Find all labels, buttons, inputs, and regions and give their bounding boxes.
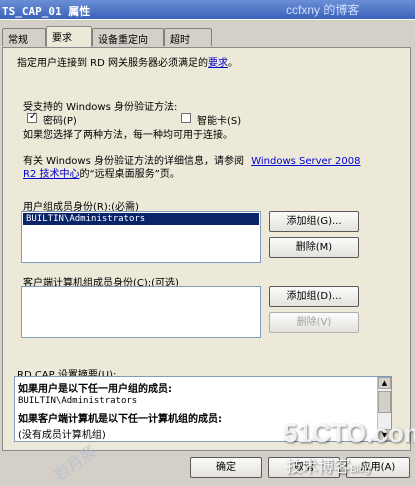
blog-watermark-text: 技术博客 [286,459,351,476]
password-label: 密码(P) [43,116,77,127]
tech-center-link[interactable]: R2 技术中心 [23,169,80,180]
summary-line-4: (没有成员计算机组) [18,430,106,441]
summary-line-3: 如果客户端计算机是以下任一计算机组的成员: [18,414,222,425]
window-title: TS_CAP_01 属性 [2,5,91,18]
auth-note: 如果您选择了两种方法，每一种均可用于连接。 [23,130,233,141]
computer-groups-list[interactable] [21,286,261,338]
summary-line-1: 如果用户是以下任一用户组的成员: [18,384,172,395]
requirement-intro: 指定用户连接到 RD 网关服务器必须满足的要求。 [17,54,238,69]
tab-requirements[interactable]: 要求 [46,26,92,47]
watermark-text: ccfxny 的博客 [286,3,360,17]
check-mark-icon: ✓ [29,111,38,122]
add-user-group-button[interactable]: 添加组(G)... [269,211,359,232]
auth-info-suffix: 的“远程桌面服务”页。 [79,169,180,180]
summary-line-2: BUILTIN\Administrators [18,396,138,406]
add-computer-group-button[interactable]: 添加组(D)... [269,286,359,307]
tab-device-redirection[interactable]: 设备重定向 [92,28,164,46]
requirements-link[interactable]: 要求 [208,58,228,69]
smartcard-label: 智能卡(S) [197,116,242,127]
user-groups-list[interactable]: BUILTIN\Administrators [21,211,261,263]
remove-user-group-button[interactable]: 删除(M) [269,237,359,258]
remove-computer-group-button: 删除(V) [269,312,359,333]
auth-methods-label: 受支持的 Windows 身份验证方法: [23,102,178,113]
scroll-up-icon[interactable]: ▲ [378,377,391,389]
tab-timeouts[interactable]: 超时 [164,28,212,46]
smartcard-checkbox[interactable] [181,113,191,123]
windows-server-link[interactable]: Windows Server 2008 [251,156,360,167]
requirement-text: 指定用户连接到 RD 网关服务器必须满足的 [17,58,209,69]
tab-general[interactable]: 常规 [2,28,46,46]
user-group-item[interactable]: BUILTIN\Administrators [23,213,259,225]
blog-watermark: 技术博客Blog [286,453,370,477]
blog-watermark-suffix: Blog [350,464,371,475]
scroll-thumb[interactable] [378,391,391,413]
title-bar: TS_CAP_01 属性 ccfxny 的博客 [0,0,415,20]
auth-info-line2: R2 技术中心的“远程桌面服务”页。 [23,165,180,180]
requirement-suffix: 。 [228,58,239,69]
ok-button[interactable]: 确定 [190,457,262,478]
site-watermark: 51CTO.com [283,418,415,448]
password-checkbox[interactable]: ✓ [27,111,38,123]
